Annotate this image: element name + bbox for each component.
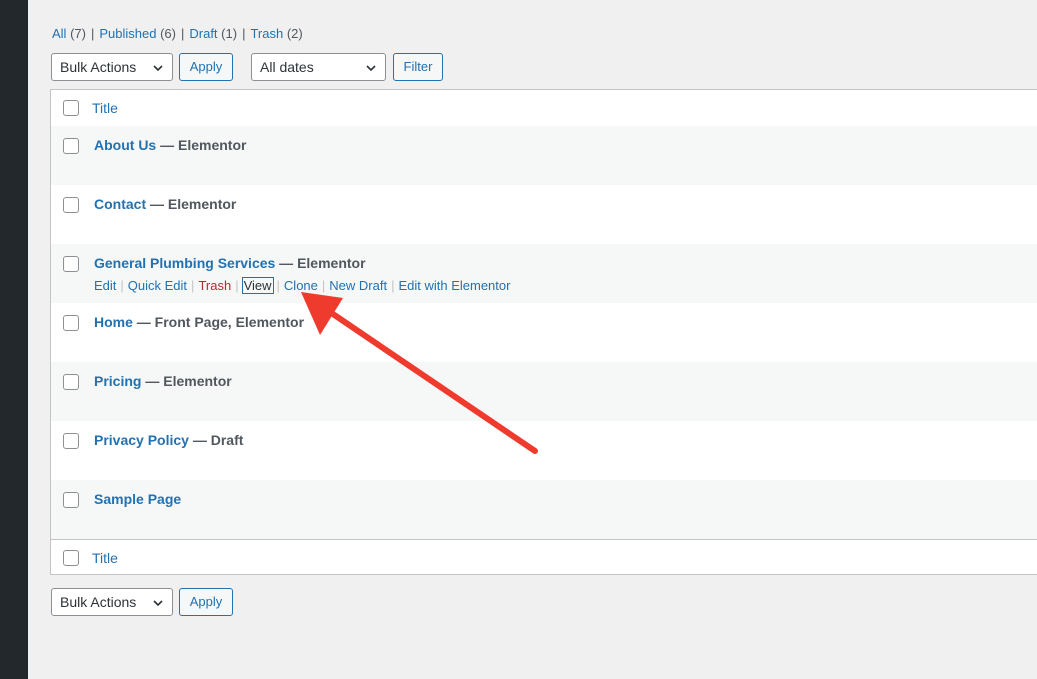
row-checkbox[interactable] [63, 256, 79, 272]
bulk-actions-value: Bulk Actions [60, 59, 137, 75]
page-title-link[interactable]: Pricing [94, 373, 141, 389]
separator: | [90, 26, 95, 41]
filter-all[interactable]: All (7) [52, 26, 86, 41]
column-title-footer[interactable]: Title [92, 550, 118, 566]
pages-table: Title About Us — Elementor Contact — Ele… [50, 89, 1037, 575]
post-state: — Elementor [275, 255, 366, 271]
filter-published[interactable]: Published (6) [99, 26, 176, 41]
post-state: — Elementor [156, 137, 247, 153]
row-title: Sample Page [94, 491, 181, 507]
filter-trash[interactable]: Trash (2) [250, 26, 302, 41]
bulk-actions-select[interactable]: Bulk Actions [51, 53, 173, 81]
post-state: — Front Page, Elementor [132, 314, 305, 330]
page-title-link[interactable]: Sample Page [94, 491, 181, 507]
post-state: — Elementor [141, 373, 232, 389]
select-all-checkbox[interactable] [63, 100, 79, 116]
trash-link[interactable]: Trash [198, 278, 231, 293]
apply-button[interactable]: Apply [179, 53, 233, 81]
page-title-link[interactable]: About Us [94, 137, 156, 153]
row-title: About Us — Elementor [94, 137, 246, 153]
new-draft-link[interactable]: New Draft [329, 278, 387, 293]
row-title: Privacy Policy — Draft [94, 432, 243, 448]
edit-link[interactable]: Edit [94, 278, 116, 293]
admin-sidebar [0, 0, 28, 679]
row-title: General Plumbing Services — Elementor [94, 255, 366, 271]
status-filters: All (7) | Published (6) | Draft (1) | Trash (2… [52, 26, 303, 41]
edit-with-elementor-link[interactable]: Edit with Elementor [398, 278, 510, 293]
table-row: Sample Page [51, 480, 1037, 539]
column-title-header[interactable]: Title [92, 100, 118, 116]
page-title-link[interactable]: General Plumbing Services [94, 255, 275, 271]
row-checkbox[interactable] [63, 433, 79, 449]
chevron-down-icon [153, 65, 163, 72]
apply-button-bottom[interactable]: Apply [179, 588, 233, 616]
page-title-link[interactable]: Home [94, 314, 133, 330]
filter-button[interactable]: Filter [393, 53, 443, 81]
view-link[interactable]: View [241, 277, 274, 294]
chevron-down-icon [366, 65, 376, 72]
select-all-checkbox[interactable] [63, 550, 79, 566]
separator: | [242, 26, 246, 41]
page-title-link[interactable]: Contact [94, 196, 146, 212]
table-row: Home — Front Page, Elementor [51, 303, 1037, 362]
row-checkbox[interactable] [63, 374, 79, 390]
date-filter-select[interactable]: All dates [251, 53, 386, 81]
bulk-actions-value: Bulk Actions [60, 594, 137, 610]
table-footer: Title [51, 539, 1037, 576]
row-checkbox[interactable] [63, 197, 79, 213]
table-row: Privacy Policy — Draft [51, 421, 1037, 480]
row-title: Home — Front Page, Elementor [94, 314, 304, 330]
table-row: General Plumbing Services — Elementor Ed… [51, 244, 1037, 303]
quick-edit-link[interactable]: Quick Edit [128, 278, 187, 293]
separator: | [180, 26, 185, 41]
clone-link[interactable]: Clone [284, 278, 318, 293]
row-title: Contact — Elementor [94, 196, 236, 212]
row-checkbox[interactable] [63, 492, 79, 508]
main-content: All (7) | Published (6) | Draft (1) | Trash (2… [28, 0, 1037, 679]
bulk-actions-select-bottom[interactable]: Bulk Actions [51, 588, 173, 616]
table-row: Pricing — Elementor [51, 362, 1037, 421]
filter-draft[interactable]: Draft (1) [189, 26, 237, 41]
row-checkbox[interactable] [63, 315, 79, 331]
date-filter-value: All dates [260, 59, 314, 75]
post-state: — Draft [188, 432, 244, 448]
table-row: About Us — Elementor [51, 126, 1037, 185]
row-actions: Edit | Quick Edit | Trash | View | Clone | New Dra… [94, 277, 511, 294]
chevron-down-icon [153, 600, 163, 607]
page-title-link[interactable]: Privacy Policy [94, 432, 189, 448]
table-header: Title [51, 90, 1037, 127]
post-state: — Elementor [146, 196, 237, 212]
table-row: Contact — Elementor [51, 185, 1037, 244]
row-title: Pricing — Elementor [94, 373, 232, 389]
row-checkbox[interactable] [63, 138, 79, 154]
